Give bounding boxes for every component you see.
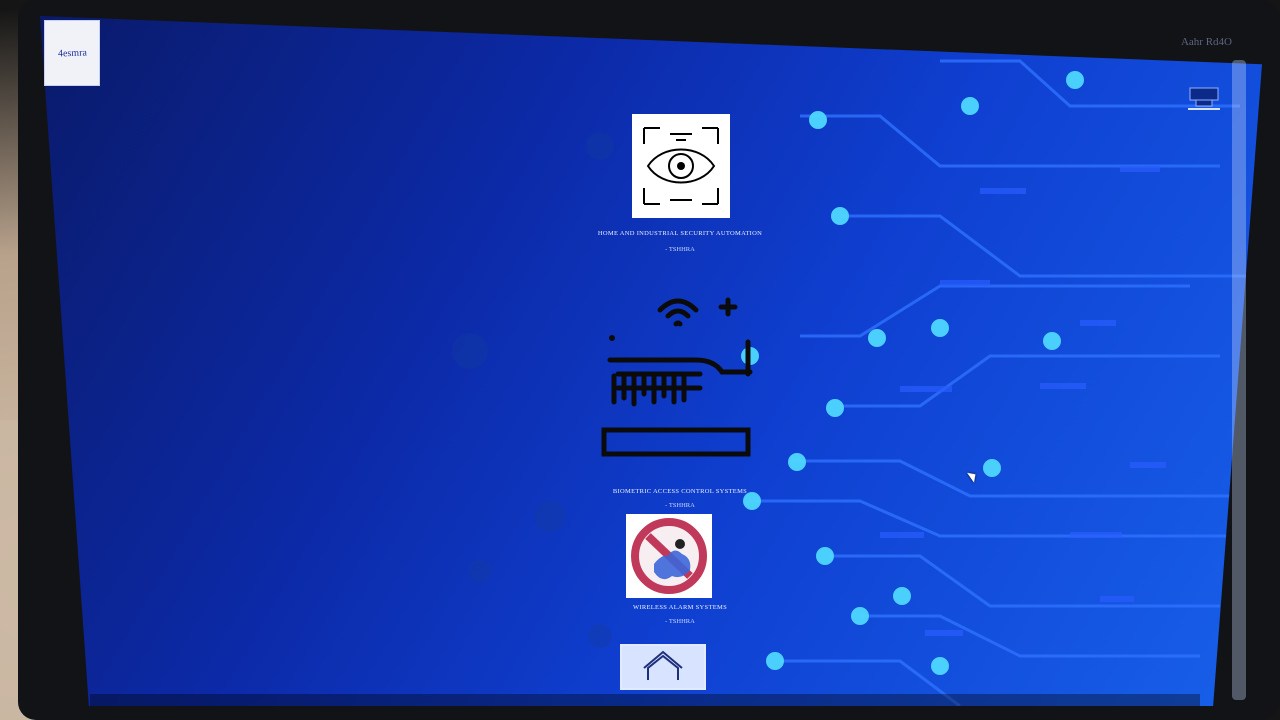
brand-logo[interactable]: 4esmra [44,20,100,86]
logo-mark: 4esmra [57,46,87,60]
fingerprint-hand-icon[interactable] [588,290,768,460]
item-title: WIRELESS ALARM SYSTEMS [632,604,727,611]
photo-frame: 4esmra Aahr Rd4O HOME AND INDUSTRIAL SEC… [0,0,1280,720]
desktop-icon[interactable] [1182,78,1226,118]
screen-bottom-shadow [90,694,1200,706]
house-icon [643,650,683,680]
scrollbar[interactable] [1232,60,1246,700]
burglar-prohibited-icon [631,518,707,594]
item-title: BIOMETRIC ACCESS CONTROL SYSTEMS [612,488,748,495]
item-title: HOME AND INDUSTRIAL SECURITY AUTOMATION [597,230,763,237]
item-subtitle: - TSHHRA [665,246,695,253]
top-right-text: Aahr Rd4O [1180,36,1232,48]
next-item-tile[interactable] [620,644,706,690]
services-list: HOME AND INDUSTRIAL SECURITY AUTOMATION … [560,110,800,690]
item-subtitle: - TSHHRA [665,502,695,509]
eye-scan-icon [643,127,719,205]
security-automation-tile[interactable] [632,114,730,218]
wireless-alarm-tile[interactable] [626,514,712,598]
item-subtitle: - TSHHRA [665,618,695,625]
